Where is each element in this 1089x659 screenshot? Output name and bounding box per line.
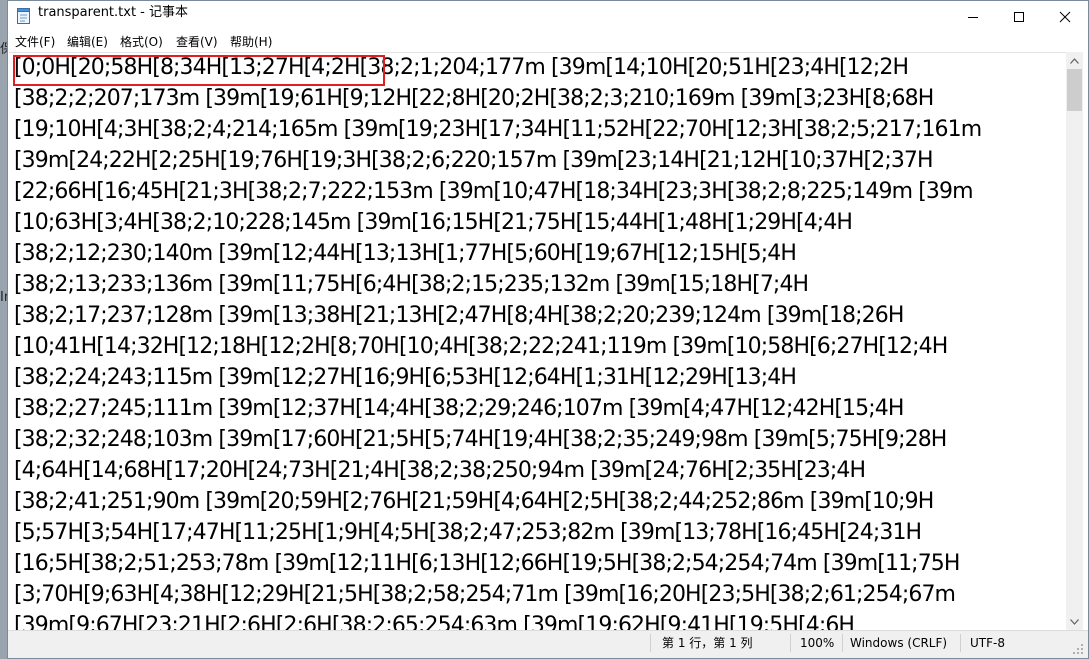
vertical-scrollbar[interactable]	[1066, 52, 1083, 630]
text-line: [10;63H[3;4H[38;2;10;228;145m [39m[16;15…	[14, 210, 853, 235]
cursor-position: 第 1 行，第 1 列	[662, 636, 753, 650]
text-line: [38;2;41;251;90m [39m[20;59H[2;76H[21;59…	[14, 489, 934, 514]
text-line: [38;2;13;233;136m [39m[11;75H[6;4H[38;2;…	[14, 272, 809, 297]
text-line: [38;2;2;207;173m [39m[19;61H[9;12H[22;8H…	[14, 86, 934, 111]
status-divider	[960, 634, 961, 652]
text-line: [38;2;17;237;128m [39m[13;38H[21;13H[2;4…	[14, 303, 904, 328]
scroll-down-button[interactable]	[1066, 613, 1083, 630]
scrollbar-thumb[interactable]	[1067, 69, 1082, 111]
chevron-up-icon	[1070, 57, 1079, 64]
text-line: [3;70H[9;63H[4;38H[12;29H[21;5H[38;2;58;…	[14, 582, 956, 607]
minimize-button[interactable]	[950, 1, 996, 32]
encoding: UTF-8	[970, 636, 1005, 650]
text-line: [4;64H[14;68H[17;20H[24;73H[21;4H[38;2;3…	[14, 458, 866, 483]
line-ending: Windows (CRLF)	[850, 636, 948, 650]
close-icon	[1059, 11, 1071, 22]
text-line: [39m[24;22H[2;25H[19;76H[19;3H[38;2;6;22…	[14, 148, 934, 173]
scroll-up-button[interactable]	[1066, 52, 1083, 69]
text-line: [39m[9;67H[23;21H[2;6H[2;6H[38;2;65;254;…	[14, 613, 855, 631]
status-divider	[842, 634, 843, 652]
menu-file[interactable]: 文件(F)	[15, 32, 55, 52]
text-line: [5;57H[3;54H[17;47H[11;25H[1;9H[4;5H[38;…	[14, 520, 922, 545]
text-line: [16;5H[38;2;51;253;78m [39m[12;11H[6;13H…	[14, 551, 960, 576]
text-line: [38;2;24;243;115m [39m[12;27H[16;9H[6;53…	[14, 365, 797, 390]
text-line: [38;2;27;245;111m [39m[12;37H[14;4H[38;2…	[14, 396, 904, 421]
title-bar[interactable]: transparent.txt - 记事本	[8, 1, 1088, 32]
menu-help[interactable]: 帮助(H)	[230, 32, 272, 52]
notepad-window: transparent.txt - 记事本 文件(F) 编辑(E) 格式(O) …	[7, 0, 1089, 659]
window-title: transparent.txt - 记事本	[38, 5, 189, 20]
chevron-down-icon	[1070, 618, 1079, 625]
maximize-button[interactable]	[996, 1, 1042, 32]
zoom-level: 100%	[800, 636, 835, 650]
text-line: [10;41H[14;32H[12;18H[12;2H[8;70H[10;4H[…	[14, 334, 948, 359]
text-line: [38;2;32;248;103m [39m[17;60H[21;5H[5;74…	[14, 427, 947, 452]
close-button[interactable]	[1042, 1, 1088, 32]
maximize-icon	[1014, 11, 1024, 22]
notepad-icon	[17, 8, 30, 24]
text-editor[interactable]: [0;0H[20;58H[8;34H[13;27H[4;2H[38;2;1;20…	[9, 52, 1066, 631]
menu-bar: 文件(F) 编辑(E) 格式(O) 查看(V) 帮助(H)	[8, 32, 1088, 52]
resize-grip-icon[interactable]	[1072, 643, 1084, 655]
menu-view[interactable]: 查看(V)	[176, 32, 218, 52]
text-line: [19;10H[4;3H[38;2;4;214;165m [39m[19;23H…	[14, 117, 982, 142]
text-line: [22;66H[16;45H[21;3H[38;2;7;222;153m [39…	[14, 179, 974, 204]
minimize-icon	[968, 16, 978, 18]
status-divider	[650, 634, 651, 652]
menu-edit[interactable]: 编辑(E)	[67, 32, 108, 52]
status-divider	[790, 634, 791, 652]
selection-highlight-box	[13, 55, 385, 86]
menu-format[interactable]: 格式(O)	[120, 32, 163, 52]
text-line: [38;2;12;230;140m [39m[12;44H[13;13H[1;7…	[14, 241, 797, 266]
status-bar: 第 1 行，第 1 列 100% Windows (CRLF) UTF-8	[8, 630, 1088, 658]
